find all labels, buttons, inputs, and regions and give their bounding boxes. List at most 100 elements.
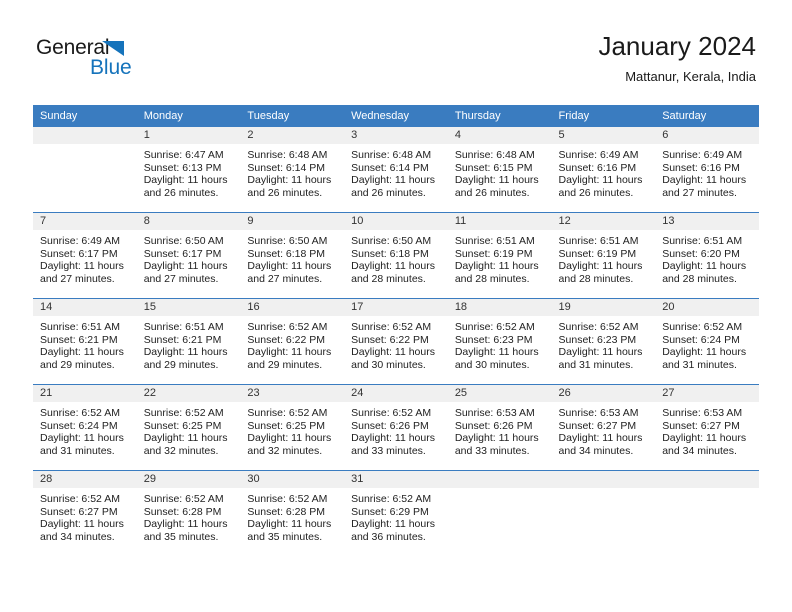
day-details: Sunrise: 6:50 AM Sunset: 6:18 PM Daylight:… [240,230,344,285]
calendar-day-cell[interactable]: 25 Sunrise: 6:53 AM Sunset: 6:26 PM Dayligh… [447,384,552,471]
sunset-text: Sunset: 6:27 PM [40,505,118,518]
logo-triangle-icon [102,41,124,56]
calendar-day-cell[interactable]: 28 Sunrise: 6:52 AM Sunset: 6:27 PM Dayligh… [33,470,137,556]
calendar-day-cell[interactable]: 12 Sunrise: 6:51 AM Sunset: 6:19 PM Dayligh… [551,212,656,299]
sunrise-text: Sunrise: 6:48 AM [454,149,535,161]
day-number: 8 [136,213,241,230]
calendar-day-cell[interactable]: 24 Sunrise: 6:52 AM Sunset: 6:26 PM Dayligh… [344,384,448,471]
calendar-day-cell[interactable]: 27 Sunrise: 6:53 AM Sunset: 6:27 PM Dayligh… [655,384,759,471]
calendar-day-cell[interactable]: 18 Sunrise: 6:52 AM Sunset: 6:23 PM Dayligh… [447,298,552,385]
daylight-text-line1: Daylight: 11 hours [351,260,435,273]
calendar-day-cell[interactable]: 14 Sunrise: 6:51 AM Sunset: 6:21 PM Dayligh… [33,298,137,385]
sunset-text: Sunset: 6:26 PM [351,419,429,432]
sunset-text: Sunset: 6:14 PM [351,161,429,174]
daylight-text-line2: and 28 minutes. [558,272,634,285]
calendar-day-cell[interactable]: 7 Sunrise: 6:49 AM Sunset: 6:17 PM Daylight… [33,212,137,299]
calendar-day-cell[interactable]: 15 Sunrise: 6:51 AM Sunset: 6:21 PM Dayligh… [136,298,241,385]
daylight-text-line1: Daylight: 11 hours [558,432,643,445]
calendar-day-cell[interactable]: 13 Sunrise: 6:51 AM Sunset: 6:20 PM Dayligh… [655,212,759,299]
day-number [33,127,137,144]
calendar-day-cell[interactable]: 19 Sunrise: 6:52 AM Sunset: 6:23 PM Dayligh… [551,298,656,385]
calendar-day-cell[interactable]: 6 Sunrise: 6:49 AM Sunset: 6:16 PM Daylight… [655,127,759,213]
daylight-text-line2: and 27 minutes. [40,272,115,285]
daylight-text-line2: and 26 minutes. [143,186,219,199]
sunrise-text: Sunrise: 6:50 AM [351,235,432,247]
day-number: 31 [344,471,448,488]
daylight-text-line2: and 27 minutes. [143,272,219,285]
daylight-text-line1: Daylight: 11 hours [143,346,228,359]
calendar-day-cell[interactable]: 4 Sunrise: 6:48 AM Sunset: 6:15 PM Daylight… [447,127,552,213]
day-details: Sunrise: 6:52 AM Sunset: 6:28 PM Daylight:… [240,488,344,543]
sunset-text: Sunset: 6:28 PM [143,505,222,518]
calendar-day-cell[interactable]: 10 Sunrise: 6:50 AM Sunset: 6:18 PM Dayligh… [344,212,448,299]
day-number: 7 [33,213,137,230]
day-details: Sunrise: 6:52 AM Sunset: 6:26 PM Daylight:… [344,402,448,457]
daylight-text-line1: Daylight: 11 hours [558,260,643,273]
day-cell-body: 10 Sunrise: 6:50 AM Sunset: 6:18 PM Dayligh… [344,213,448,298]
sunrise-text: Sunrise: 6:49 AM [558,149,639,161]
day-number: 26 [551,385,656,402]
daylight-text-line1: Daylight: 11 hours [662,432,747,445]
daylight-text-line2: and 27 minutes. [662,186,737,199]
calendar-day-cell[interactable]: 21 Sunrise: 6:52 AM Sunset: 6:24 PM Dayligh… [33,384,137,471]
daylight-text-line2: and 34 minutes. [662,444,737,457]
day-number: 17 [344,299,448,316]
daylight-text-line1: Daylight: 11 hours [247,346,332,359]
daylight-text-line1: Daylight: 11 hours [558,174,643,187]
sunset-text: Sunset: 6:21 PM [40,333,118,346]
calendar-table: Sunday Monday Tuesday Wednesday Thursday… [33,105,759,556]
sunrise-text: Sunrise: 6:51 AM [40,321,120,333]
calendar-day-cell[interactable]: 8 Sunrise: 6:50 AM Sunset: 6:17 PM Daylight… [136,212,241,299]
day-number: 10 [344,213,448,230]
calendar-day-cell[interactable]: 9 Sunrise: 6:50 AM Sunset: 6:18 PM Daylight… [240,212,345,299]
daylight-text-line1: Daylight: 11 hours [143,432,228,445]
day-number: 22 [136,385,241,402]
sunset-text: Sunset: 6:23 PM [558,333,637,346]
day-number: 30 [240,471,345,488]
calendar-day-cell[interactable]: 11 Sunrise: 6:51 AM Sunset: 6:19 PM Dayligh… [447,212,552,299]
calendar-day-cell[interactable]: 29 Sunrise: 6:52 AM Sunset: 6:28 PM Dayligh… [136,470,241,556]
calendar-day-cell[interactable] [655,470,759,556]
daylight-text-line1: Daylight: 11 hours [662,174,747,187]
calendar-week-row: 14 Sunrise: 6:51 AM Sunset: 6:21 PM Dayligh… [33,298,759,385]
sunrise-text: Sunrise: 6:51 AM [454,235,535,247]
daylight-text-line2: and 26 minutes. [247,186,323,199]
daylight-text-line2: and 28 minutes. [454,272,530,285]
sunrise-text: Sunrise: 6:51 AM [558,235,639,247]
calendar-day-cell[interactable] [33,127,137,213]
calendar-day-cell[interactable] [551,470,656,556]
sunrise-text: Sunrise: 6:52 AM [351,407,432,419]
calendar-day-cell[interactable]: 17 Sunrise: 6:52 AM Sunset: 6:22 PM Dayligh… [344,298,448,385]
calendar-day-cell[interactable]: 23 Sunrise: 6:52 AM Sunset: 6:25 PM Dayligh… [240,384,345,471]
calendar-day-cell[interactable] [447,470,552,556]
sunset-text: Sunset: 6:29 PM [351,505,429,518]
calendar-day-cell[interactable]: 2 Sunrise: 6:48 AM Sunset: 6:14 PM Daylight… [240,127,345,213]
weekday-header-wednesday: Wednesday [344,105,448,127]
day-details: Sunrise: 6:50 AM Sunset: 6:18 PM Daylight:… [344,230,448,285]
day-number: 3 [344,127,448,144]
page-header: General Blue January 2024 Mattanur, Kera… [0,0,792,100]
calendar-day-cell[interactable]: 20 Sunrise: 6:52 AM Sunset: 6:24 PM Dayligh… [655,298,759,385]
calendar-day-cell[interactable]: 3 Sunrise: 6:48 AM Sunset: 6:14 PM Daylight… [344,127,448,213]
calendar-day-cell[interactable]: 5 Sunrise: 6:49 AM Sunset: 6:16 PM Daylight… [551,127,656,213]
daylight-text-line2: and 36 minutes. [351,530,426,543]
day-cell-body: 11 Sunrise: 6:51 AM Sunset: 6:19 PM Dayligh… [447,213,552,298]
calendar-day-cell[interactable]: 31 Sunrise: 6:52 AM Sunset: 6:29 PM Dayligh… [344,470,448,556]
calendar-day-cell[interactable]: 16 Sunrise: 6:52 AM Sunset: 6:22 PM Dayligh… [240,298,345,385]
daylight-text-line1: Daylight: 11 hours [40,346,124,359]
day-cell-body: 1 Sunrise: 6:47 AM Sunset: 6:13 PM Daylight… [136,127,241,212]
daylight-text-line1: Daylight: 11 hours [454,260,539,273]
calendar-body: 1 Sunrise: 6:47 AM Sunset: 6:13 PM Daylight… [33,127,759,556]
calendar-day-cell[interactable]: 22 Sunrise: 6:52 AM Sunset: 6:25 PM Dayligh… [136,384,241,471]
calendar-day-cell[interactable]: 30 Sunrise: 6:52 AM Sunset: 6:28 PM Dayligh… [240,470,345,556]
daylight-text-line2: and 35 minutes. [143,530,219,543]
calendar-day-cell[interactable]: 1 Sunrise: 6:47 AM Sunset: 6:13 PM Daylight… [136,127,241,213]
weekday-header-sunday: Sunday [33,105,137,127]
day-details: Sunrise: 6:48 AM Sunset: 6:15 PM Daylight:… [448,144,552,199]
day-number: 11 [447,213,552,230]
daylight-text-line2: and 28 minutes. [662,272,737,285]
day-details: Sunrise: 6:53 AM Sunset: 6:27 PM Daylight:… [655,402,759,457]
sunrise-text: Sunrise: 6:51 AM [143,321,224,333]
calendar-day-cell[interactable]: 26 Sunrise: 6:53 AM Sunset: 6:27 PM Dayligh… [551,384,656,471]
day-cell-body: 16 Sunrise: 6:52 AM Sunset: 6:22 PM Dayligh… [240,299,345,384]
